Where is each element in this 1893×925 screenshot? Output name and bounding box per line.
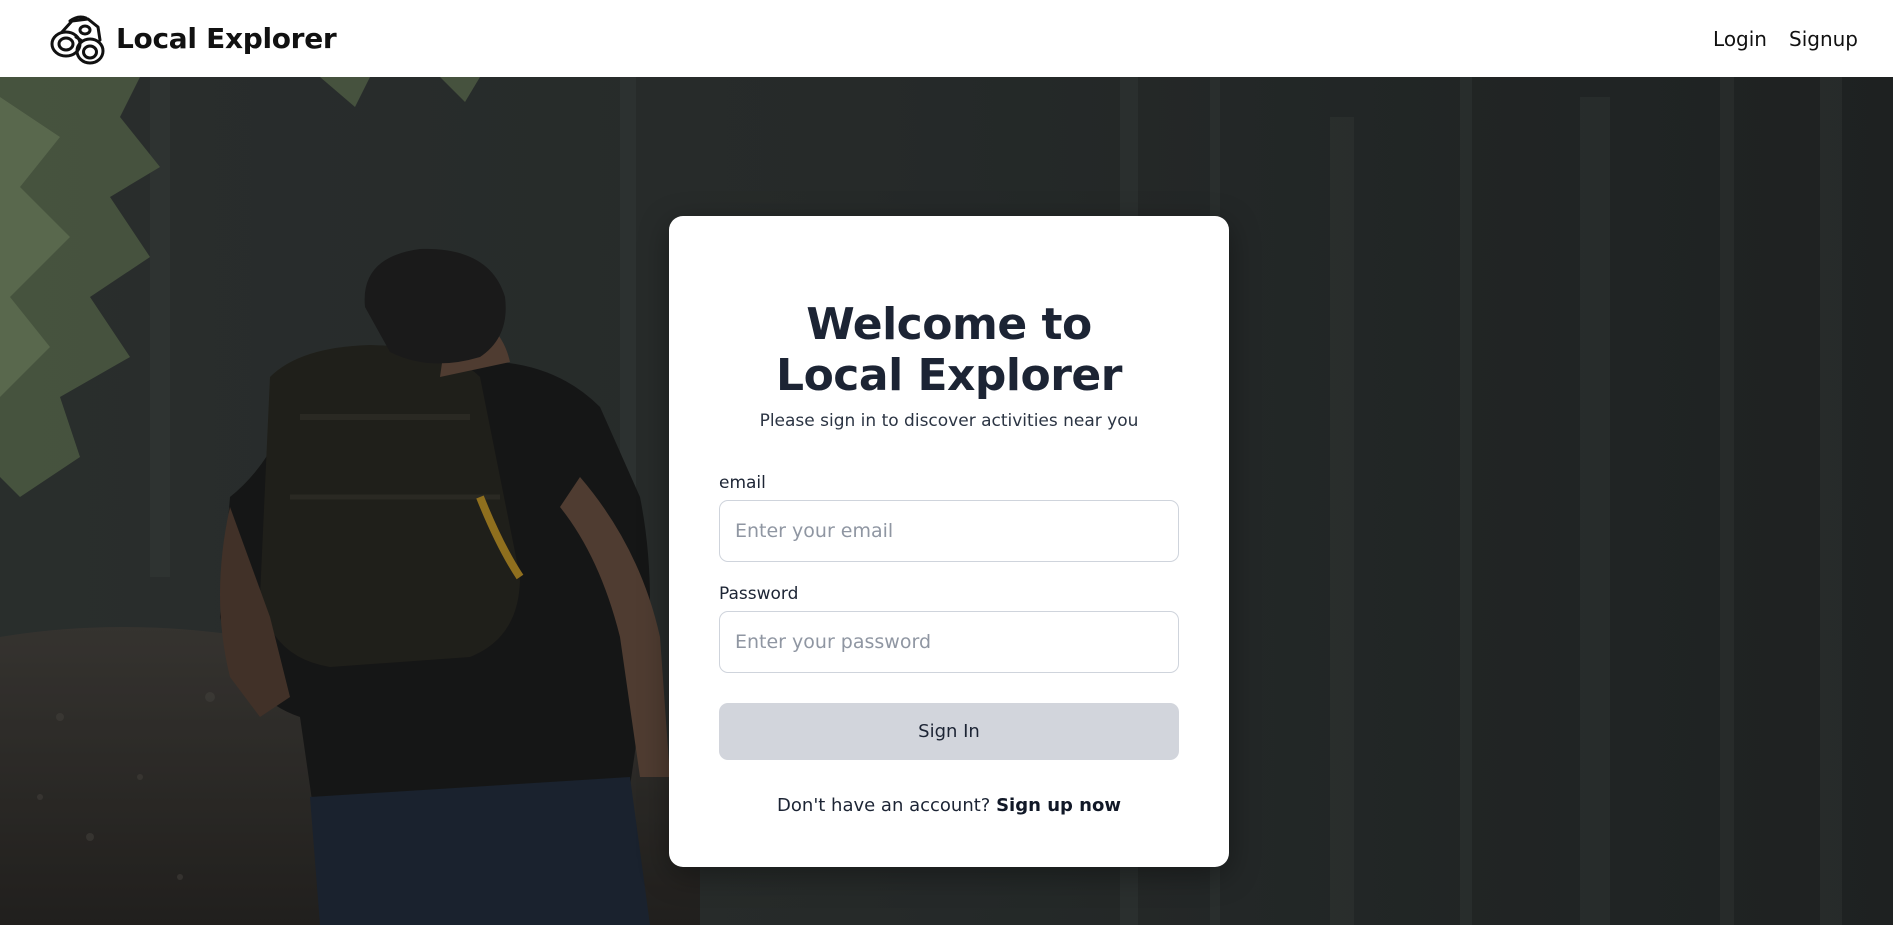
signup-prompt-row: Don't have an account? Sign up now: [719, 795, 1179, 816]
login-subtitle: Please sign in to discover activities ne…: [759, 411, 1139, 431]
nav-signup-link[interactable]: Signup: [1789, 27, 1858, 51]
login-card: Welcome to Local Explorer Please sign in…: [669, 216, 1229, 867]
login-title: Welcome to Local Explorer: [776, 299, 1122, 401]
nav-login-link[interactable]: Login: [1713, 27, 1767, 51]
signin-button[interactable]: Sign In: [719, 703, 1179, 760]
signup-prompt-text: Don't have an account?: [777, 795, 991, 816]
signup-now-link[interactable]: Sign up now: [996, 795, 1121, 816]
binoculars-icon: [50, 15, 105, 64]
password-input[interactable]: [719, 611, 1179, 673]
nav-links: Login Signup: [1713, 27, 1858, 51]
email-input[interactable]: [719, 500, 1179, 562]
hero-background: Welcome to Local Explorer Please sign in…: [0, 77, 1893, 925]
email-label: email: [719, 473, 766, 493]
password-label: Password: [719, 584, 799, 604]
top-navbar: Local Explorer Login Signup: [0, 0, 1893, 77]
brand-name: Local Explorer: [116, 22, 337, 55]
brand-home-link[interactable]: Local Explorer: [48, 11, 337, 67]
